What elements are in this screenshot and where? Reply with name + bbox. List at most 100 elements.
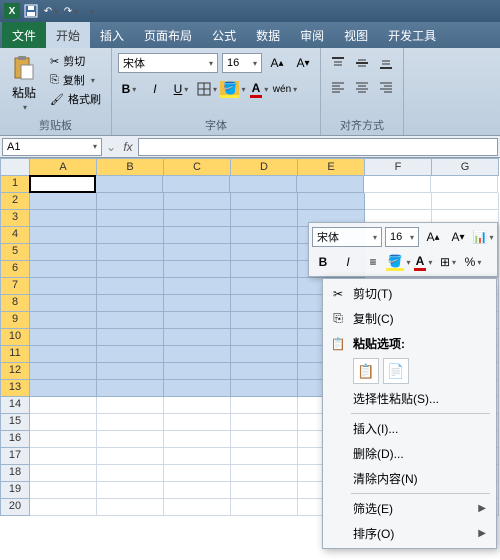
paste-option-all[interactable]: 📋	[353, 358, 379, 384]
undo-button[interactable]: ↶▾	[42, 3, 60, 19]
name-box[interactable]: A1▾	[2, 138, 102, 156]
cell[interactable]	[164, 227, 231, 244]
ctx-delete[interactable]: 删除(D)...	[325, 441, 494, 466]
row-header[interactable]: 17	[0, 448, 30, 465]
cell[interactable]	[231, 448, 298, 465]
font-color-button[interactable]: A▾	[248, 78, 270, 100]
cell[interactable]	[164, 278, 231, 295]
cell[interactable]	[97, 431, 164, 448]
cell[interactable]	[164, 312, 231, 329]
font-name-combo[interactable]: 宋体▾	[118, 53, 218, 73]
cell[interactable]	[164, 431, 231, 448]
mini-font-color-button[interactable]: A▾	[412, 251, 434, 273]
cell[interactable]	[30, 193, 97, 210]
cell[interactable]	[231, 278, 298, 295]
row-header[interactable]: 11	[0, 346, 30, 363]
mini-fill-color-button[interactable]: 🪣▾	[387, 251, 409, 273]
tab-view[interactable]: 视图	[334, 22, 378, 48]
row-header[interactable]: 12	[0, 363, 30, 380]
save-button[interactable]	[22, 3, 40, 19]
align-top-button[interactable]	[327, 52, 349, 74]
cell[interactable]	[30, 244, 97, 261]
cell[interactable]	[231, 465, 298, 482]
row-header[interactable]: 7	[0, 278, 30, 295]
cell[interactable]	[30, 227, 97, 244]
row-header[interactable]: 20	[0, 499, 30, 516]
cell[interactable]	[231, 210, 298, 227]
row-header[interactable]: 16	[0, 431, 30, 448]
cell[interactable]	[30, 414, 97, 431]
cell[interactable]	[164, 244, 231, 261]
cell[interactable]	[30, 448, 97, 465]
cell[interactable]	[30, 210, 97, 227]
column-header[interactable]: E	[298, 158, 365, 176]
row-header[interactable]: 6	[0, 261, 30, 278]
cut-button[interactable]: ✂剪切	[46, 52, 105, 70]
ctx-paste-special[interactable]: 选择性粘贴(S)...	[325, 386, 494, 411]
fill-color-button[interactable]: 🪣▾	[222, 78, 244, 100]
select-all-corner[interactable]	[0, 158, 30, 176]
paste-button[interactable]: 粘贴 ▾	[6, 52, 42, 114]
cell[interactable]	[96, 176, 163, 193]
copy-button[interactable]: ⎘复制▾	[46, 71, 105, 89]
cell[interactable]	[97, 346, 164, 363]
column-header[interactable]: D	[231, 158, 298, 176]
mini-bold-button[interactable]: B	[312, 251, 334, 273]
row-header[interactable]: 2	[0, 193, 30, 210]
format-painter-button[interactable]: 🖌格式刷	[46, 90, 105, 108]
row-header[interactable]: 19	[0, 482, 30, 499]
mini-italic-button[interactable]: I	[337, 251, 359, 273]
cell[interactable]	[97, 210, 164, 227]
align-bottom-button[interactable]	[375, 52, 397, 74]
font-size-combo[interactable]: 16▾	[222, 53, 262, 73]
tab-data[interactable]: 数据	[246, 22, 290, 48]
cell[interactable]	[30, 278, 97, 295]
cell[interactable]	[231, 295, 298, 312]
column-header[interactable]: B	[97, 158, 164, 176]
cell[interactable]	[230, 176, 297, 193]
cell[interactable]	[231, 261, 298, 278]
cell[interactable]	[164, 380, 231, 397]
cell[interactable]	[164, 499, 231, 516]
namebox-expand-icon[interactable]: ⌄	[104, 140, 118, 154]
cell[interactable]	[97, 363, 164, 380]
tab-developer[interactable]: 开发工具	[378, 22, 446, 48]
cell[interactable]	[30, 261, 97, 278]
mini-increase-font-button[interactable]: A▴	[422, 226, 444, 248]
ctx-cut[interactable]: ✂剪切(T)	[325, 281, 494, 306]
cell[interactable]	[297, 176, 364, 193]
column-header[interactable]: C	[164, 158, 231, 176]
mini-align-center-button[interactable]: ≡	[362, 251, 384, 273]
italic-button[interactable]: I	[144, 78, 166, 100]
cell[interactable]	[231, 397, 298, 414]
mini-font-combo[interactable]: 宋体▾	[312, 227, 382, 247]
cell[interactable]	[231, 312, 298, 329]
cell[interactable]	[30, 499, 97, 516]
mini-size-combo[interactable]: 16▾	[385, 227, 419, 247]
column-header[interactable]: G	[432, 158, 499, 176]
redo-button[interactable]: ↷▾	[62, 3, 80, 19]
cell[interactable]	[164, 465, 231, 482]
tab-insert[interactable]: 插入	[90, 22, 134, 48]
cell[interactable]	[97, 482, 164, 499]
cell[interactable]	[97, 499, 164, 516]
paste-option-values[interactable]: 📄	[383, 358, 409, 384]
cell[interactable]	[97, 380, 164, 397]
mini-style-button[interactable]: 📊▾	[472, 226, 494, 248]
cell[interactable]	[97, 414, 164, 431]
cell[interactable]	[30, 431, 97, 448]
ctx-copy[interactable]: ⎘复制(C)	[325, 306, 494, 331]
ctx-filter[interactable]: 筛选(E)▶	[325, 496, 494, 521]
cell[interactable]	[298, 193, 365, 210]
cell[interactable]	[164, 261, 231, 278]
cell[interactable]	[97, 261, 164, 278]
row-header[interactable]: 4	[0, 227, 30, 244]
cell[interactable]	[30, 482, 97, 499]
ctx-clear[interactable]: 清除内容(N)	[325, 466, 494, 491]
cell[interactable]	[431, 176, 498, 193]
row-header[interactable]: 10	[0, 329, 30, 346]
ctx-sort[interactable]: 排序(O)▶	[325, 521, 494, 546]
tab-review[interactable]: 审阅	[290, 22, 334, 48]
cell[interactable]	[97, 397, 164, 414]
row-header[interactable]: 1	[0, 176, 30, 193]
